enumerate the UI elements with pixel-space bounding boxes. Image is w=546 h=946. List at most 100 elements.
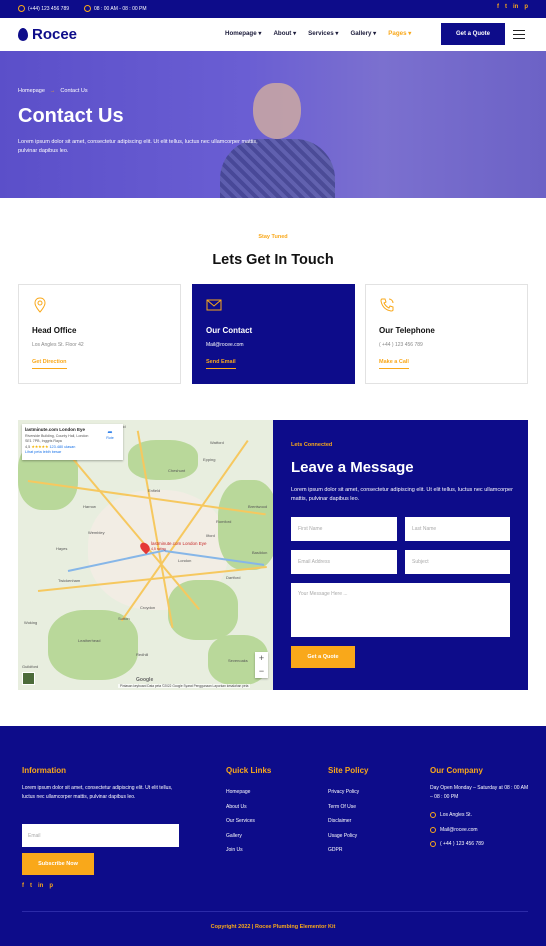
subscribe-button[interactable]: Subscribe Now: [22, 853, 94, 875]
card-text: ( +44 ) 123 456 789: [379, 342, 423, 348]
google-map[interactable]: Watford Cheshunt Enfield Harrow Wembley …: [18, 420, 273, 690]
contact-form-panel: Lets Connected Leave a Message Lorem ips…: [273, 420, 528, 690]
topbar-social: f t in p: [497, 4, 528, 10]
menu-icon[interactable]: [513, 30, 525, 39]
email-field[interactable]: Email Address: [291, 550, 397, 574]
twitter-icon[interactable]: t: [505, 4, 507, 10]
footer-site-policy: Site Policy Privacy Policy Term Of Use D…: [328, 766, 368, 858]
hero-plumber-photo: [220, 71, 340, 198]
copyright-text: Copyright 2022 | Rocee Plumbing Elemento…: [210, 924, 336, 930]
card-head-office: Head Office Los Angles St. Floor 42 Get …: [18, 284, 181, 384]
directions-icon: ➦: [107, 430, 113, 436]
phone-icon: [380, 298, 394, 312]
footer-link-gallery[interactable]: Gallery: [226, 829, 271, 844]
map-pin-icon: [430, 812, 436, 819]
company-phone[interactable]: ( +44 ) 123 456 789: [430, 837, 530, 852]
nav-services[interactable]: Services ▾: [308, 30, 338, 37]
map-label: Brentwood: [248, 504, 268, 509]
form-kicker: Lets Connected: [291, 442, 333, 448]
form-description: Lorem ipsum dolor sit amet, consectetur …: [291, 487, 513, 502]
company-address: Los Angles St.: [430, 808, 530, 823]
facebook-icon[interactable]: f: [497, 4, 499, 10]
map-label: Sutton: [118, 616, 130, 621]
map-label: Leatherhead: [78, 638, 101, 643]
footer-information: Information Lorem ipsum dolor sit amet, …: [22, 766, 182, 802]
first-name-field[interactable]: First Name: [291, 517, 397, 541]
twitter-icon[interactable]: t: [30, 883, 32, 889]
facebook-icon[interactable]: f: [22, 883, 24, 889]
footer-link-gdpr[interactable]: GDPR: [328, 843, 368, 858]
nav-pages[interactable]: Pages ▾: [388, 30, 411, 37]
footer-link-disclaimer[interactable]: Disclaimer: [328, 814, 368, 829]
linkedin-icon[interactable]: in: [38, 883, 43, 889]
make-call-link[interactable]: Make a Call: [379, 359, 409, 369]
place-address: Riverside Building, County Hall, London …: [25, 434, 89, 443]
map-label: Guildford: [22, 664, 39, 669]
map-label: Croydon: [140, 605, 156, 610]
route-button[interactable]: ➦ Rute: [103, 429, 117, 440]
subject-field[interactable]: Subject: [405, 550, 510, 574]
nav-homepage[interactable]: Homepage ▾: [225, 30, 261, 37]
footer-heading: Information: [22, 766, 66, 775]
nav-about[interactable]: About ▾: [273, 30, 296, 37]
card-title: Our Telephone: [379, 326, 435, 335]
page-hero: Homepage → Contact Us Contact Us Lorem i…: [0, 51, 546, 198]
company-email[interactable]: Mail@rocee.com: [430, 823, 530, 838]
footer-company: Our Company Day Open Monday – Saturday a…: [430, 766, 530, 852]
google-logo: Google: [136, 677, 154, 683]
map-layer-toggle[interactable]: [22, 672, 35, 685]
get-quote-button[interactable]: Get a Quote: [441, 23, 505, 45]
zoom-out-button[interactable]: −: [255, 665, 268, 678]
brand-name: Rocee: [32, 26, 78, 43]
view-larger-map-link[interactable]: Lihat peta lebih besar: [25, 450, 120, 454]
footer-link-terms[interactable]: Term Of Use: [328, 800, 368, 815]
footer-social: f t in p: [22, 883, 53, 889]
linkedin-icon[interactable]: in: [513, 4, 518, 10]
map-attribution: Pintasan keyboard Data peta ©2022 Google…: [118, 684, 251, 688]
footer-link-homepage[interactable]: Homepage: [226, 785, 271, 800]
footer-divider: [22, 911, 528, 912]
map-pin-label: lastminute.com London Eye 4,5 rating: [151, 541, 207, 551]
get-direction-link[interactable]: Get Direction: [32, 359, 67, 369]
submit-quote-button[interactable]: Get a Quote: [291, 646, 355, 668]
last-name-field[interactable]: Last Name: [405, 517, 510, 541]
main-header: Rocee Homepage ▾ About ▾ Services ▾ Gall…: [0, 18, 546, 51]
zoom-in-button[interactable]: +: [255, 652, 268, 665]
company-hours: Day Open Monday – Saturday at 08 : 00 AM…: [430, 785, 529, 800]
map-label: London: [178, 558, 192, 563]
footer-about-text: Lorem ipsum dolor sit amet, consectetur …: [22, 785, 173, 800]
envelope-icon: [206, 299, 222, 311]
map-pin-icon: [34, 297, 46, 313]
map-label: Cheshunt: [168, 468, 186, 473]
map-label: Dartford: [226, 575, 241, 580]
pinterest-icon[interactable]: p: [524, 4, 528, 10]
card-title: Our Contact: [206, 326, 253, 335]
nav-gallery[interactable]: Gallery ▾: [350, 30, 376, 37]
map-label: Ilford: [206, 533, 215, 538]
send-email-link[interactable]: Send Email: [206, 359, 236, 369]
newsletter-email-input[interactable]: Email: [22, 824, 179, 847]
footer-link-join-us[interactable]: Join Us: [226, 843, 271, 858]
card-our-telephone: Our Telephone ( +44 ) 123 456 789 Make a…: [365, 284, 528, 384]
site-footer: Information Lorem ipsum dolor sit amet, …: [0, 726, 546, 946]
breadcrumb-home[interactable]: Homepage: [18, 88, 45, 94]
clock-icon: [84, 5, 91, 12]
map-label: Watford: [210, 440, 224, 445]
card-title: Head Office: [32, 326, 77, 335]
footer-heading: Our Company: [430, 766, 483, 775]
map-label: Sevenoaks: [228, 658, 248, 663]
footer-link-about[interactable]: About Us: [226, 800, 271, 815]
brand-logo[interactable]: Rocee: [18, 26, 77, 43]
topbar-phone[interactable]: (+44) 123 456 789: [18, 5, 69, 12]
pinterest-icon[interactable]: p: [49, 883, 53, 889]
section-title: Lets Get In Touch: [212, 252, 334, 268]
message-field[interactable]: Your Message Here ...: [291, 583, 510, 637]
footer-link-services[interactable]: Our Services: [226, 814, 271, 829]
phone-icon: [430, 841, 436, 848]
section-kicker: Stay Tuned: [258, 234, 288, 240]
footer-link-usage[interactable]: Usage Policy: [328, 829, 368, 844]
footer-link-privacy[interactable]: Privacy Policy: [328, 785, 368, 800]
breadcrumb-current: Contact Us: [60, 88, 88, 94]
footer-quick-links: Quick Links Homepage About Us Our Servic…: [226, 766, 271, 858]
form-title: Leave a Message: [291, 459, 414, 476]
